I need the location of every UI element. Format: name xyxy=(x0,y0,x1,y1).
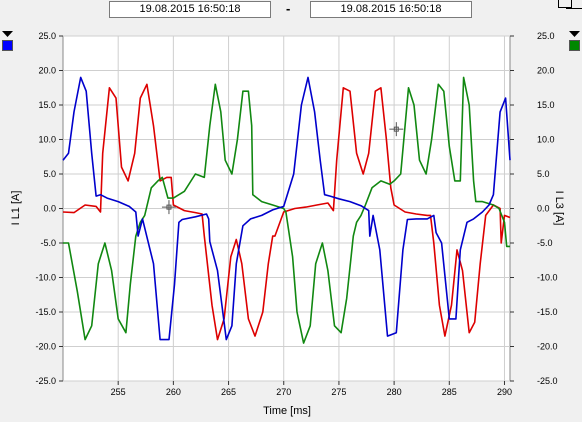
y-tick-label-right: -15.0 xyxy=(537,307,558,317)
y-axis-left-label: I L1 [A] xyxy=(10,191,22,226)
y-tick-label-right: 20.0 xyxy=(537,66,555,76)
y-tick-label-left: 15.0 xyxy=(38,100,56,110)
y-tick-label-left: 20.0 xyxy=(38,66,56,76)
y-tick-label-left: 25.0 xyxy=(38,31,56,41)
y-tick-label-right: -10.0 xyxy=(537,273,558,283)
y-tick-label-right: 0.0 xyxy=(537,204,550,214)
x-axis-label: Time [ms] xyxy=(263,405,311,417)
y-tick-label-left: 10.0 xyxy=(38,135,56,145)
x-tick-label: 255 xyxy=(111,387,126,397)
y-tick-label-left: -15.0 xyxy=(35,307,56,317)
y-tick-label-left: -5.0 xyxy=(40,238,56,248)
y-tick-label-right: -5.0 xyxy=(537,238,553,248)
x-tick-label: 280 xyxy=(387,387,402,397)
y-tick-label-right: 15.0 xyxy=(537,100,555,110)
y-tick-label-left: 0.0 xyxy=(43,204,56,214)
x-tick-label: 275 xyxy=(331,387,346,397)
y-tick-label-left: -10.0 xyxy=(35,273,56,283)
x-tick-label: 290 xyxy=(497,387,512,397)
y-tick-label-left: -20.0 xyxy=(35,342,56,352)
y-tick-label-left: 5.0 xyxy=(43,169,56,179)
x-tick-label: 270 xyxy=(276,387,291,397)
y-axis-right-label: I L3 [A] xyxy=(553,191,565,226)
x-tick-label: 260 xyxy=(166,387,181,397)
y-tick-label-right: 5.0 xyxy=(537,169,550,179)
y-tick-label-right: 10.0 xyxy=(537,135,555,145)
y-tick-label-right: 25.0 xyxy=(537,31,555,41)
x-tick-label: 285 xyxy=(442,387,457,397)
current-waveform-chart: 255 260 265 270 275 280 285 290 25.0 25.0 20.0 20.0… xyxy=(10,31,565,417)
y-tick-label-left: -25.0 xyxy=(35,376,56,386)
y-tick-label-right: -20.0 xyxy=(537,342,558,352)
y-tick-label-right: -25.0 xyxy=(537,376,558,386)
x-tick-label: 265 xyxy=(221,387,236,397)
